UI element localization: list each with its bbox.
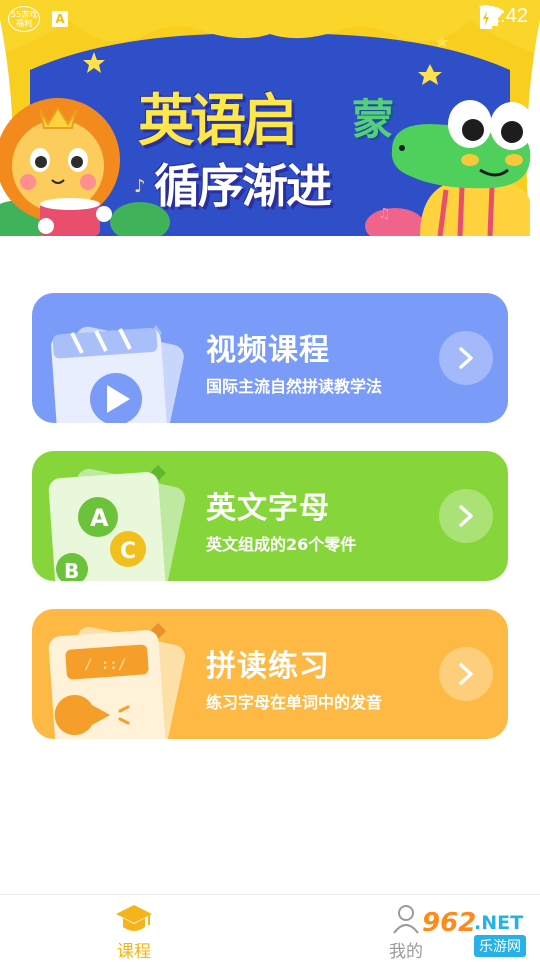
svg-text:♫: ♫ bbox=[378, 206, 391, 222]
video-course-card[interactable]: 视频课程 国际主流自然拼读教学法 bbox=[32, 293, 508, 423]
watermark-sub: 乐游网 bbox=[474, 935, 526, 957]
banner-title-accent: 蒙 bbox=[352, 95, 395, 144]
site-watermark: 962 .NET 乐游网 bbox=[404, 908, 540, 960]
chevron-right-icon bbox=[459, 663, 473, 685]
alphabet-card[interactable]: A C B 英文字母 英文组成的26个零件 bbox=[32, 451, 508, 581]
watermark-brand: 962 bbox=[422, 908, 477, 938]
letter-b-glyph: B bbox=[64, 559, 79, 581]
watermark-domain: .NET bbox=[474, 912, 524, 934]
header-banner: ♪ ♫ 55游戏 福利 A 11:42 英语启 蒙 循序渐进 bbox=[0, 0, 540, 236]
battery-charging-icon bbox=[480, 5, 493, 29]
phonics-practice-arrow-button[interactable] bbox=[439, 647, 493, 701]
notification-badge-icon: 55游戏 福利 bbox=[8, 6, 40, 32]
chevron-right-icon bbox=[459, 505, 473, 527]
letter-c-glyph: C bbox=[120, 539, 136, 564]
screen-text: / ::/ bbox=[84, 657, 126, 673]
svg-text:♪: ♪ bbox=[134, 176, 146, 197]
nav-item-course[interactable]: 课程 bbox=[94, 901, 174, 962]
badge-text-line2: 福利 bbox=[16, 19, 32, 28]
video-course-title: 视频课程 bbox=[206, 333, 330, 368]
alphabet-subtitle: 英文组成的26个零件 bbox=[206, 535, 357, 554]
phonics-practice-subtitle: 练习字母在单词中的发音 bbox=[206, 693, 383, 712]
alphabet-title: 英文字母 bbox=[206, 491, 330, 526]
banner-title-line2: 循序渐进 bbox=[154, 159, 332, 213]
phonics-practice-title: 拼读练习 bbox=[206, 649, 330, 684]
phonics-practice-card[interactable]: / ::/ 拼读练习 练习字母在单词中的发音 bbox=[32, 609, 508, 739]
video-clapper-icon bbox=[51, 325, 184, 423]
letter-a-glyph: A bbox=[90, 504, 109, 532]
nav-label-course: 课程 bbox=[117, 942, 151, 962]
game-console-icon: / ::/ bbox=[48, 623, 186, 739]
badge-text-line1: 55游戏 bbox=[10, 10, 38, 19]
app-notification-icon: A bbox=[52, 11, 68, 27]
video-course-subtitle: 国际主流自然拼读教学法 bbox=[206, 377, 383, 396]
banner-title-line1: 英语启 bbox=[138, 89, 298, 154]
chevron-right-icon bbox=[459, 347, 473, 369]
video-course-arrow-button[interactable] bbox=[439, 331, 493, 385]
graduation-cap-icon bbox=[116, 905, 152, 931]
alphabet-arrow-button[interactable] bbox=[439, 489, 493, 543]
status-bar: 55游戏 福利 A 11:42 bbox=[0, 0, 540, 36]
alphabet-book-icon: A C B bbox=[48, 465, 186, 581]
